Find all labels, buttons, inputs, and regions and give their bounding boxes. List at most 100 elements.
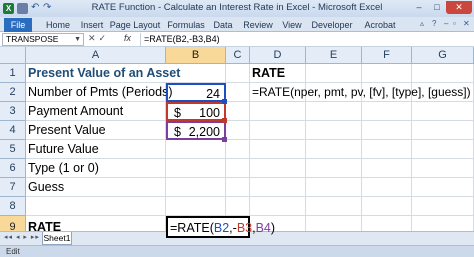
empty-cell[interactable] bbox=[362, 178, 412, 197]
empty-cell[interactable] bbox=[306, 140, 362, 159]
empty-cell[interactable] bbox=[306, 178, 362, 197]
sheet-nav-arrows-icon[interactable]: ◂◂ ◂ ▸ ▸▸ bbox=[4, 233, 40, 241]
cell-a3[interactable]: Payment Amount bbox=[26, 102, 166, 121]
ribbon-collapse-icon[interactable]: ▵ bbox=[420, 19, 424, 28]
empty-cell[interactable] bbox=[306, 64, 362, 83]
empty-cell[interactable] bbox=[362, 121, 412, 140]
empty-cell[interactable] bbox=[226, 197, 250, 216]
row-header-2[interactable]: 2 bbox=[0, 83, 26, 102]
empty-cell[interactable] bbox=[226, 121, 250, 140]
tab-review[interactable]: Review bbox=[240, 18, 276, 32]
tab-acrobat[interactable]: Acrobat bbox=[360, 18, 400, 32]
empty-cell[interactable] bbox=[362, 64, 412, 83]
workbook-minimize-icon[interactable]: – bbox=[444, 19, 448, 28]
cell-a1[interactable]: Present Value of an Asset bbox=[26, 64, 180, 83]
sheet-tab-sheet1[interactable]: Sheet1 bbox=[42, 232, 72, 245]
select-all-corner[interactable] bbox=[0, 47, 26, 64]
cell-a6[interactable]: Type (1 or 0) bbox=[26, 159, 166, 178]
empty-cell[interactable] bbox=[250, 102, 306, 121]
column-header-e[interactable]: E bbox=[306, 47, 362, 64]
empty-cell[interactable] bbox=[226, 159, 250, 178]
empty-cell[interactable] bbox=[226, 64, 250, 83]
column-header-f[interactable]: F bbox=[362, 47, 412, 64]
row-header-1[interactable]: 1 bbox=[0, 64, 26, 83]
row-header-5[interactable]: 5 bbox=[0, 140, 26, 159]
empty-cell[interactable] bbox=[362, 197, 412, 216]
column-header-g[interactable]: G bbox=[412, 47, 474, 64]
cell-a4[interactable]: Present Value bbox=[26, 121, 166, 140]
cell-a5[interactable]: Future Value bbox=[26, 140, 166, 159]
empty-cell[interactable] bbox=[226, 83, 250, 102]
cell-b2[interactable]: 24 bbox=[166, 83, 226, 102]
tab-view[interactable]: View bbox=[278, 18, 306, 32]
fill-handle-b4[interactable] bbox=[222, 137, 227, 142]
empty-cell[interactable] bbox=[362, 102, 412, 121]
column-header-b[interactable]: B bbox=[166, 47, 226, 64]
fill-handle-b3[interactable] bbox=[222, 118, 227, 123]
row-header-3[interactable]: 3 bbox=[0, 102, 26, 121]
empty-cell[interactable] bbox=[412, 102, 474, 121]
cell-d2[interactable]: =RATE(nper, pmt, pv, [fv], [type], [gues… bbox=[250, 83, 471, 102]
empty-cell[interactable] bbox=[166, 140, 226, 159]
cell-b4-value: 2,200 bbox=[188, 125, 220, 139]
tab-data[interactable]: Data bbox=[210, 18, 236, 32]
empty-cell[interactable] bbox=[250, 197, 306, 216]
cell-a7[interactable]: Guess bbox=[26, 178, 166, 197]
empty-cell[interactable] bbox=[412, 178, 474, 197]
row-header-7[interactable]: 7 bbox=[0, 178, 26, 197]
tab-home[interactable]: Home bbox=[42, 18, 74, 32]
column-header-c[interactable]: C bbox=[226, 47, 250, 64]
row-header-8[interactable]: 8 bbox=[0, 197, 26, 216]
formula-input[interactable]: =RATE(B2,-B3,B4) bbox=[140, 33, 474, 46]
empty-cell[interactable] bbox=[412, 197, 474, 216]
chevron-down-icon[interactable]: ▼ bbox=[74, 34, 81, 45]
empty-cell[interactable] bbox=[250, 121, 306, 140]
cell-a8[interactable] bbox=[26, 197, 166, 216]
empty-cell[interactable] bbox=[250, 159, 306, 178]
empty-cell[interactable] bbox=[362, 159, 412, 178]
help-icon[interactable]: ? bbox=[432, 19, 436, 28]
tab-page-layout[interactable]: Page Layout bbox=[108, 18, 162, 32]
row-header-6[interactable]: 6 bbox=[0, 159, 26, 178]
status-mode: Edit bbox=[6, 247, 20, 256]
empty-cell[interactable] bbox=[306, 197, 362, 216]
empty-cell[interactable] bbox=[250, 178, 306, 197]
minimize-icon[interactable]: – bbox=[410, 1, 428, 14]
empty-cell[interactable] bbox=[226, 102, 250, 121]
empty-cell[interactable] bbox=[306, 102, 362, 121]
empty-cell[interactable] bbox=[306, 121, 362, 140]
empty-cell[interactable] bbox=[226, 140, 250, 159]
fill-handle-b2[interactable] bbox=[222, 99, 227, 104]
empty-cell[interactable] bbox=[412, 121, 474, 140]
empty-cell[interactable] bbox=[166, 178, 226, 197]
empty-cell[interactable] bbox=[306, 159, 362, 178]
tab-formulas[interactable]: Formulas bbox=[164, 18, 208, 32]
empty-cell[interactable] bbox=[412, 64, 474, 83]
empty-cell[interactable] bbox=[362, 140, 412, 159]
close-icon[interactable]: ✕ bbox=[446, 1, 472, 14]
empty-cell[interactable] bbox=[412, 159, 474, 178]
tab-developer[interactable]: Developer bbox=[308, 18, 356, 32]
empty-cell[interactable] bbox=[226, 178, 250, 197]
tab-file[interactable]: File bbox=[4, 18, 32, 32]
row-header-4[interactable]: 4 bbox=[0, 121, 26, 140]
workbook-restore-icon[interactable]: ▫ bbox=[453, 19, 456, 28]
cell-b9-active[interactable]: =RATE(B2,-B3,B4) bbox=[166, 216, 275, 238]
insert-function-icon[interactable]: fx bbox=[124, 33, 131, 43]
cell-a2[interactable]: Number of Pmts (Periods) bbox=[26, 83, 172, 102]
title-bar: X ↶ ↷ RATE Function - Calculate an Inter… bbox=[0, 0, 474, 17]
maximize-icon[interactable]: □ bbox=[428, 1, 446, 14]
formula-buttons[interactable]: ✕✓ bbox=[88, 33, 109, 44]
empty-cell[interactable] bbox=[412, 140, 474, 159]
empty-cell[interactable] bbox=[166, 197, 226, 216]
workbook-close-icon[interactable]: ✕ bbox=[463, 19, 470, 28]
name-box[interactable]: TRANSPOSE ▼ bbox=[2, 33, 84, 46]
column-header-d[interactable]: D bbox=[250, 47, 306, 64]
cell-b4[interactable]: $ 2,200 bbox=[166, 121, 226, 140]
column-header-a[interactable]: A bbox=[26, 47, 166, 64]
empty-cell[interactable] bbox=[250, 140, 306, 159]
cell-b3[interactable]: $ 100 bbox=[166, 102, 226, 121]
cell-d1[interactable]: RATE bbox=[250, 64, 306, 83]
empty-cell[interactable] bbox=[166, 159, 226, 178]
tab-insert[interactable]: Insert bbox=[76, 18, 108, 32]
